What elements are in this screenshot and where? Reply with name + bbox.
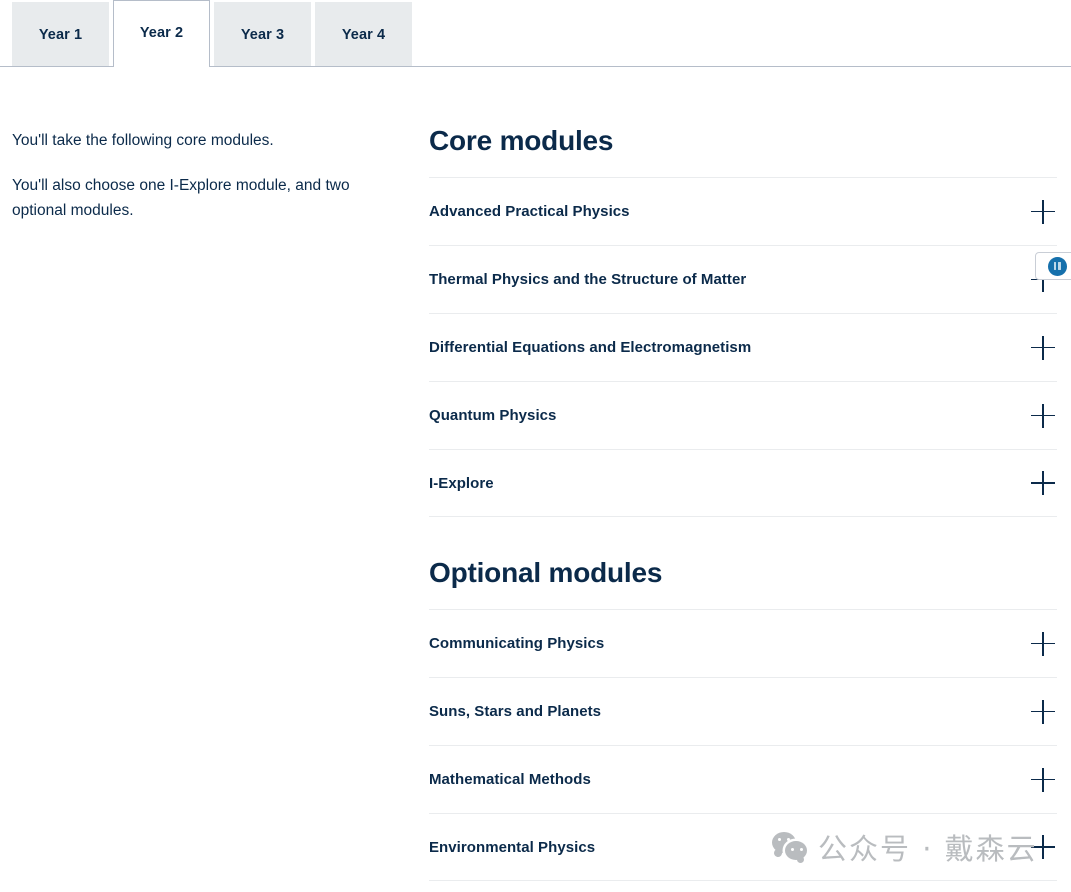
accordion-label: Environmental Physics bbox=[429, 838, 596, 856]
intro-paragraph-1: You'll take the following core modules. bbox=[12, 132, 274, 149]
accordion-label: Advanced Practical Physics bbox=[429, 203, 630, 220]
pause-icon[interactable] bbox=[1047, 256, 1067, 276]
accordion-row-i-explore[interactable]: I-Explore bbox=[429, 449, 1057, 517]
media-player-widget[interactable] bbox=[1035, 252, 1071, 280]
accordion-label: I-Explore bbox=[429, 474, 494, 492]
accordion-row-differential-equations[interactable]: Differential Equations and Electromagnet… bbox=[429, 313, 1057, 381]
accordion-label: Thermal Physics and the Structure of Mat… bbox=[429, 271, 747, 288]
accordion-row-advanced-practical-physics[interactable]: Advanced Practical Physics bbox=[429, 177, 1057, 245]
tab-list: Year 1 Year 2 Year 3 Year 4 bbox=[12, 0, 416, 67]
accordion-label: Mathematical Methods bbox=[429, 771, 591, 788]
plus-icon[interactable] bbox=[1031, 631, 1055, 656]
accordion-row-suns-stars-and-planets[interactable]: Suns, Stars and Planets bbox=[429, 677, 1057, 745]
accordion-row-thermal-physics[interactable]: Thermal Physics and the Structure of Mat… bbox=[429, 245, 1057, 313]
tab-year-2-label: Year 2 bbox=[139, 25, 184, 41]
pause-bar-right bbox=[1058, 262, 1061, 270]
tab-year-2[interactable]: Year 2 bbox=[113, 0, 210, 67]
tab-year-4[interactable]: Year 4 bbox=[315, 2, 412, 67]
plus-icon[interactable] bbox=[1031, 471, 1055, 495]
tab-year-1[interactable]: Year 1 bbox=[12, 2, 109, 67]
pause-bar-left bbox=[1053, 262, 1056, 270]
intro-column: You'll take the following core modules. … bbox=[12, 128, 362, 223]
plus-icon[interactable] bbox=[1031, 767, 1055, 792]
tab-year-3[interactable]: Year 3 bbox=[214, 2, 311, 67]
accordion-row-mathematical-methods[interactable]: Mathematical Methods bbox=[429, 745, 1057, 813]
plus-icon[interactable] bbox=[1031, 335, 1055, 360]
plus-icon[interactable] bbox=[1031, 403, 1055, 428]
accordion-row-quantum-physics[interactable]: Quantum Physics bbox=[429, 381, 1057, 449]
accordion-row-environmental-physics[interactable]: Environmental Physics bbox=[429, 813, 1057, 881]
plus-icon[interactable] bbox=[1031, 199, 1055, 224]
intro-paragraph-2: You'll also choose one I-Explore module,… bbox=[12, 177, 350, 219]
accordion-label: Quantum Physics bbox=[429, 407, 557, 424]
accordion-label: Suns, Stars and Planets bbox=[429, 703, 602, 720]
tab-year-3-label: Year 3 bbox=[240, 26, 285, 43]
tab-year-4-label: Year 4 bbox=[341, 26, 386, 43]
accordion-label: Communicating Physics bbox=[429, 635, 605, 652]
plus-icon[interactable] bbox=[1031, 835, 1055, 859]
core-modules-accordion: Advanced Practical Physics Thermal Physi… bbox=[429, 177, 1057, 517]
accordion-row-communicating-physics[interactable]: Communicating Physics bbox=[429, 609, 1057, 677]
optional-modules-accordion: Communicating Physics Suns, Stars and Pl… bbox=[429, 609, 1057, 881]
tab-panel-year-2: You'll take the following core modules. … bbox=[0, 67, 1071, 892]
optional-modules-heading: Optional modules bbox=[429, 557, 663, 588]
core-modules-heading: Core modules bbox=[429, 125, 614, 156]
tab-year-1-label: Year 1 bbox=[38, 26, 83, 43]
plus-icon[interactable] bbox=[1031, 699, 1055, 724]
year-tab-strip: Year 1 Year 2 Year 3 Year 4 bbox=[0, 0, 1071, 67]
accordion-label: Differential Equations and Electromagnet… bbox=[429, 339, 752, 356]
